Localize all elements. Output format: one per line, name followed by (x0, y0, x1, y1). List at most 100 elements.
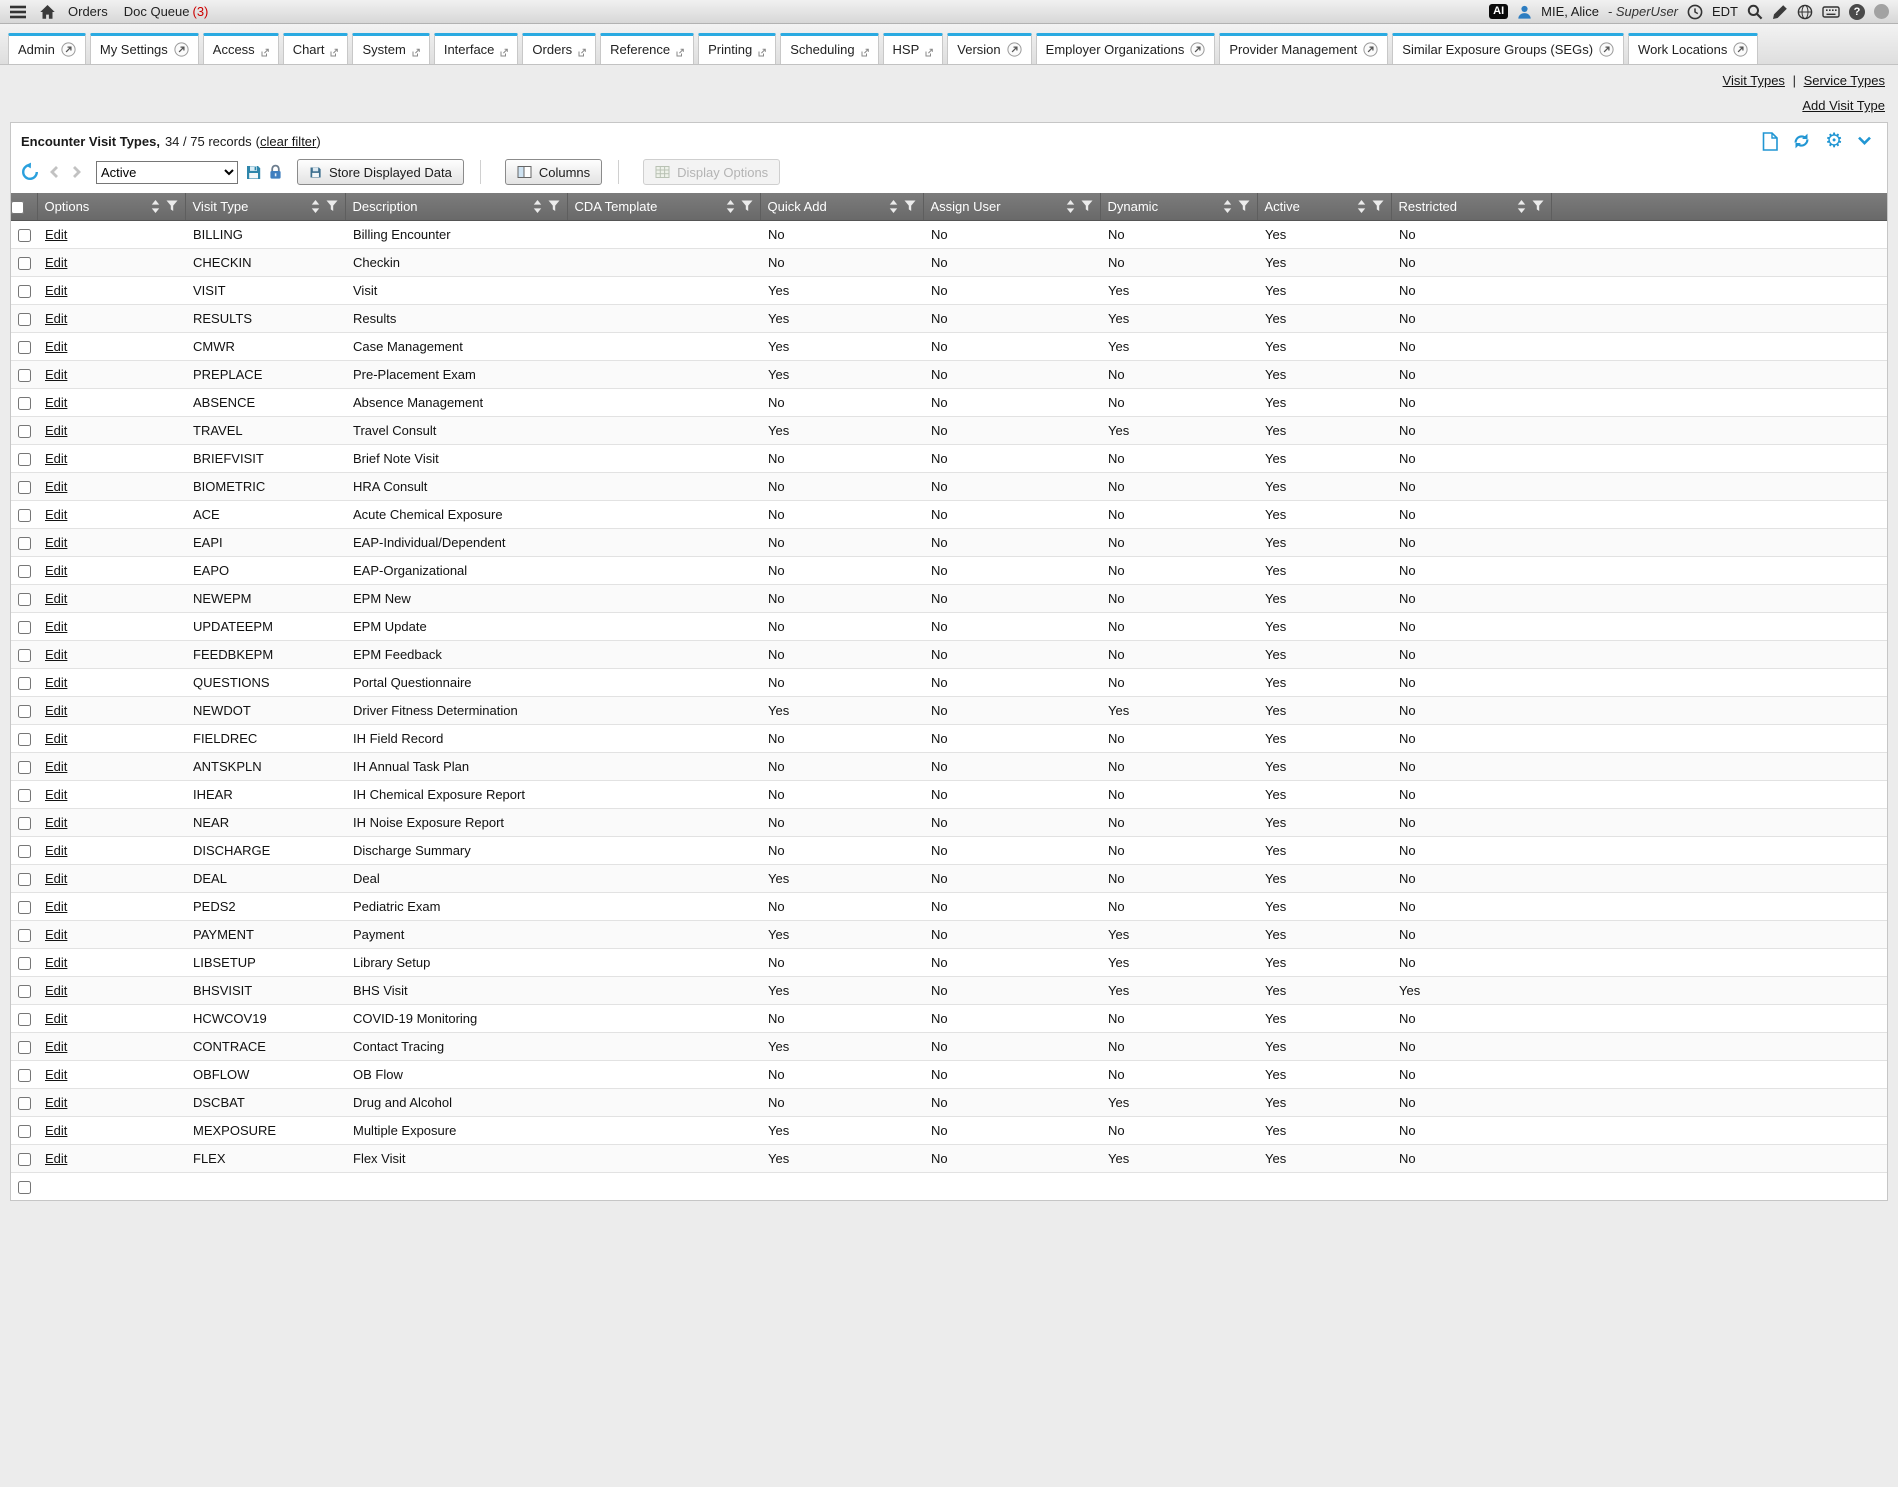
popout-icon[interactable] (1599, 42, 1614, 57)
edit-link[interactable]: Edit (45, 619, 67, 634)
row-checkbox[interactable] (18, 761, 31, 774)
tab-system[interactable]: System (352, 33, 429, 64)
edit-link[interactable]: Edit (45, 311, 67, 326)
row-checkbox[interactable] (18, 565, 31, 578)
col-header-description[interactable]: Description (345, 193, 567, 220)
clock-icon[interactable] (1687, 4, 1703, 20)
edit-link[interactable]: Edit (45, 871, 67, 886)
edit-link[interactable]: Edit (45, 927, 67, 942)
edit-link[interactable]: Edit (45, 1067, 67, 1082)
edit-link[interactable]: Edit (45, 423, 67, 438)
edit-link[interactable]: Edit (45, 759, 67, 774)
row-checkbox[interactable] (18, 621, 31, 634)
row-checkbox[interactable] (18, 257, 31, 270)
row-checkbox[interactable] (18, 425, 31, 438)
nav-doc-queue-link[interactable]: Doc Queue (124, 4, 190, 19)
nav-orders-link[interactable]: Orders (68, 4, 108, 19)
mini-popout-icon[interactable] (578, 48, 586, 57)
edit-link[interactable]: Edit (45, 703, 67, 718)
row-checkbox[interactable] (18, 285, 31, 298)
col-header-restricted[interactable]: Restricted (1391, 193, 1551, 220)
row-checkbox[interactable] (18, 1013, 31, 1026)
tab-scheduling[interactable]: Scheduling (780, 33, 878, 64)
row-checkbox[interactable] (18, 313, 31, 326)
edit-link[interactable]: Edit (45, 255, 67, 270)
edit-link[interactable]: Edit (45, 815, 67, 830)
tab-provider-management[interactable]: Provider Management (1219, 33, 1388, 64)
row-checkbox[interactable] (18, 649, 31, 662)
tab-admin[interactable]: Admin (8, 33, 86, 64)
col-header-active[interactable]: Active (1257, 193, 1391, 220)
lock-icon[interactable] (269, 164, 282, 180)
col-header-quick-add[interactable]: Quick Add (760, 193, 923, 220)
popout-icon[interactable] (1363, 42, 1378, 57)
save-filter-icon[interactable] (245, 164, 262, 181)
reset-icon[interactable] (20, 162, 40, 182)
row-checkbox[interactable] (18, 341, 31, 354)
row-checkbox[interactable] (18, 929, 31, 942)
col-header-cda-template[interactable]: CDA Template (567, 193, 760, 220)
tab-work-locations[interactable]: Work Locations (1628, 33, 1758, 64)
edit-link[interactable]: Edit (45, 899, 67, 914)
filter-icon[interactable] (1081, 200, 1093, 212)
sort-icon[interactable] (1066, 200, 1075, 213)
edit-link[interactable]: Edit (45, 451, 67, 466)
edit-link[interactable]: Edit (45, 283, 67, 298)
mini-popout-icon[interactable] (330, 48, 338, 57)
filter-icon[interactable] (326, 200, 338, 212)
row-checkbox[interactable] (18, 705, 31, 718)
pencil-icon[interactable] (1772, 4, 1788, 20)
edit-link[interactable]: Edit (45, 1123, 67, 1138)
refresh-icon[interactable] (1792, 132, 1811, 150)
row-checkbox[interactable] (18, 509, 31, 522)
col-header-options[interactable]: Options (37, 193, 185, 220)
row-checkbox[interactable] (18, 957, 31, 970)
col-header-assign-user[interactable]: Assign User (923, 193, 1100, 220)
mini-popout-icon[interactable] (261, 48, 269, 57)
edit-link[interactable]: Edit (45, 507, 67, 522)
user-name[interactable]: MIE, Alice (1541, 4, 1599, 19)
footer-checkbox[interactable] (18, 1181, 31, 1194)
edit-link[interactable]: Edit (45, 563, 67, 578)
sort-icon[interactable] (1223, 200, 1232, 213)
row-checkbox[interactable] (18, 1097, 31, 1110)
edit-link[interactable]: Edit (45, 367, 67, 382)
filter-icon[interactable] (741, 200, 753, 212)
tab-similar-exposure-groups-segs[interactable]: Similar Exposure Groups (SEGs) (1392, 33, 1624, 64)
row-checkbox[interactable] (18, 397, 31, 410)
row-checkbox[interactable] (18, 453, 31, 466)
mini-popout-icon[interactable] (500, 48, 508, 57)
row-checkbox[interactable] (18, 677, 31, 690)
edit-link[interactable]: Edit (45, 1151, 67, 1166)
popout-icon[interactable] (174, 42, 189, 57)
popout-icon[interactable] (1733, 42, 1748, 57)
col-header-dynamic[interactable]: Dynamic (1100, 193, 1257, 220)
mini-popout-icon[interactable] (925, 48, 933, 57)
popout-icon[interactable] (1007, 42, 1022, 57)
sort-icon[interactable] (151, 200, 160, 213)
popout-icon[interactable] (61, 42, 76, 57)
hamburger-menu-icon[interactable] (9, 5, 27, 19)
filter-icon[interactable] (548, 200, 560, 212)
filter-icon[interactable] (1238, 200, 1250, 212)
mini-popout-icon[interactable] (861, 48, 869, 57)
sort-icon[interactable] (889, 200, 898, 213)
service-types-link[interactable]: Service Types (1804, 73, 1885, 88)
edit-link[interactable]: Edit (45, 227, 67, 242)
mini-popout-icon[interactable] (758, 48, 766, 57)
tab-hsp[interactable]: HSP (883, 33, 944, 64)
row-checkbox[interactable] (18, 481, 31, 494)
keyboard-icon[interactable] (1822, 5, 1840, 19)
sort-icon[interactable] (533, 200, 542, 213)
row-checkbox[interactable] (18, 733, 31, 746)
row-checkbox[interactable] (18, 873, 31, 886)
store-displayed-data-button[interactable]: Store Displayed Data (297, 159, 464, 185)
row-checkbox[interactable] (18, 901, 31, 914)
edit-link[interactable]: Edit (45, 843, 67, 858)
row-checkbox[interactable] (18, 985, 31, 998)
row-checkbox[interactable] (18, 845, 31, 858)
tab-printing[interactable]: Printing (698, 33, 776, 64)
status-filter-select[interactable]: Active (96, 161, 238, 184)
row-checkbox[interactable] (18, 369, 31, 382)
sort-icon[interactable] (1517, 200, 1526, 213)
